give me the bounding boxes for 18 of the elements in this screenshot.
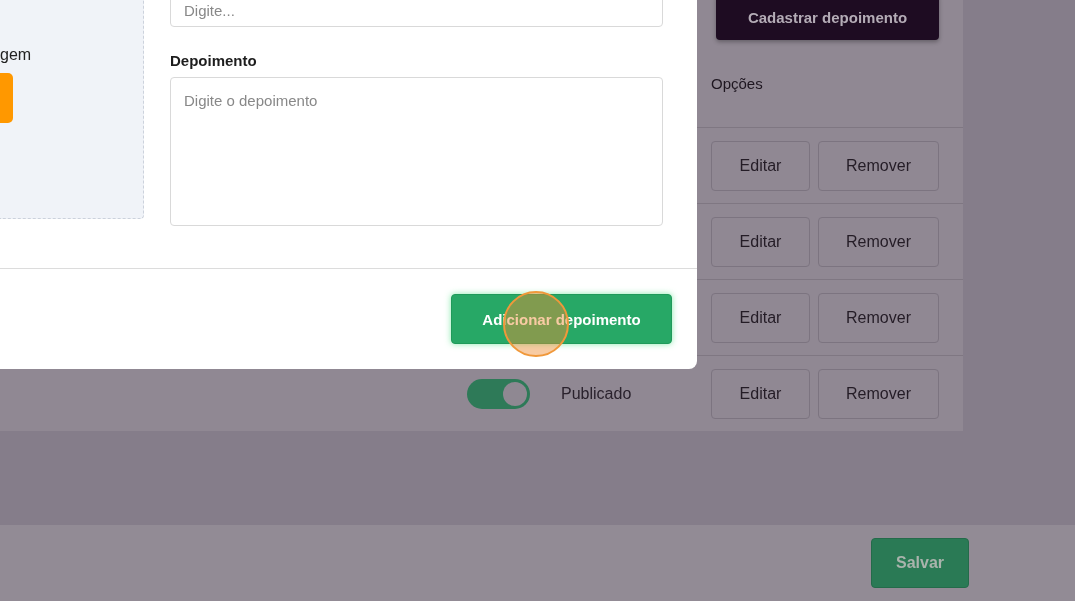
save-button[interactable]: Salvar [871,538,969,588]
edit-button[interactable]: Editar [711,368,810,419]
toggle-switch[interactable] [467,378,530,409]
edit-button[interactable]: Editar [711,292,810,343]
remove-button[interactable]: Remover [818,292,939,343]
status-text: Publicado [561,384,633,403]
column-header: Opções [711,75,763,92]
text-area[interactable]: Digite o depoimento [170,77,663,226]
remove-button[interactable]: Remover [818,368,939,419]
edit-button[interactable]: Editar [711,140,810,191]
upload-button[interactable] [0,73,13,123]
field-label: gem [0,46,32,64]
register-button[interactable]: Cadastrar depoimento [716,0,939,40]
field-label: Depoimento [170,52,258,69]
remove-button[interactable]: Remover [818,216,939,267]
input-field[interactable]: Digite... [170,0,663,27]
edit-button[interactable]: Editar [711,216,810,267]
remove-button[interactable]: Remover [818,140,939,191]
